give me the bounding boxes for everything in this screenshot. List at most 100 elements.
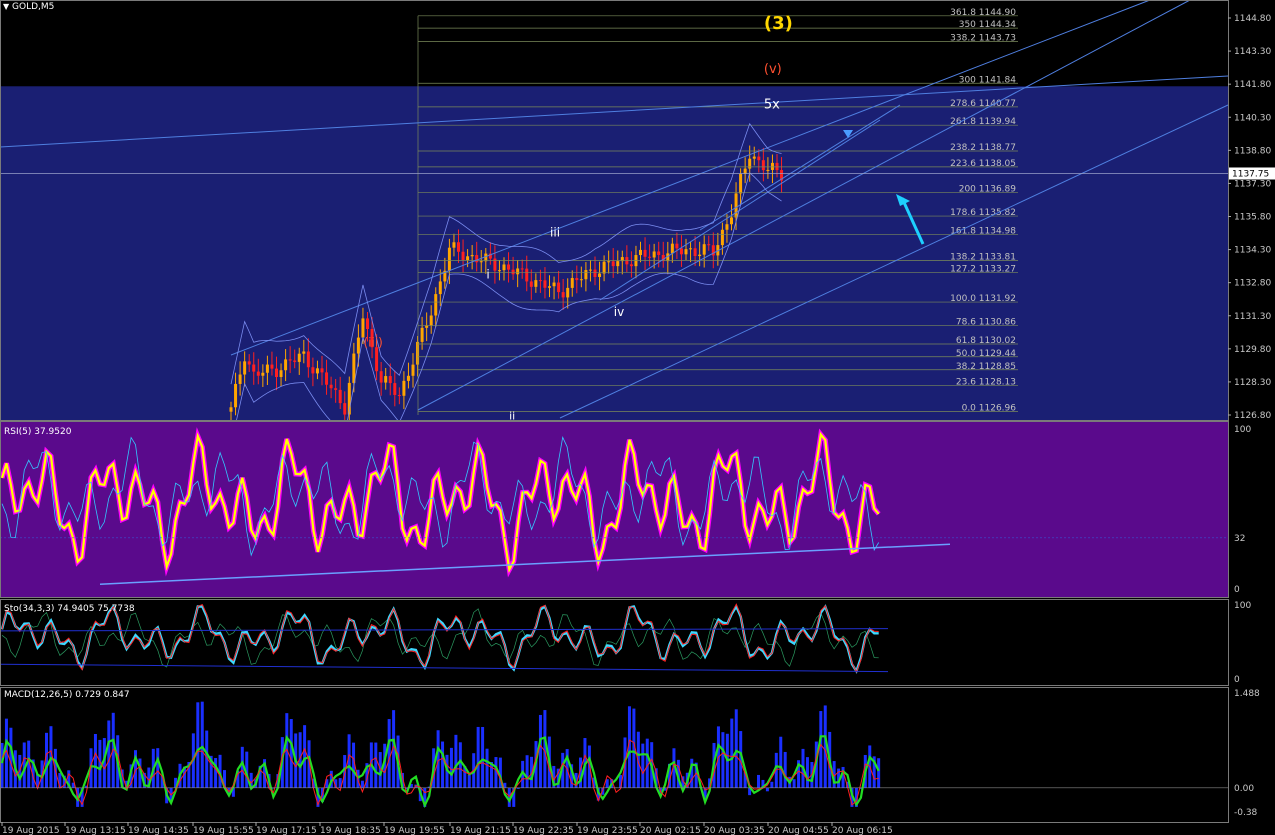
candle-body [343, 403, 347, 415]
wave-label: iii [550, 225, 560, 239]
candle-body [734, 193, 738, 218]
macd-histogram-bar [645, 738, 649, 788]
macd-histogram-bar [730, 718, 734, 788]
candle-body [261, 372, 265, 376]
fib-label: 338.2 1143.73 [950, 34, 1016, 44]
macd-histogram-bar [485, 748, 489, 788]
candle-body [657, 251, 661, 255]
candle-body [598, 273, 602, 277]
macd-histogram-bar [196, 702, 200, 788]
sto-lower-band [0, 663, 889, 673]
fib-label: 0.0 1126.96 [962, 403, 1017, 413]
fib-label: 23.6 1128.13 [956, 378, 1016, 388]
stochastic-panel [0, 603, 889, 674]
price-tick-label: 1135.80 [1234, 213, 1271, 223]
rsi-level-label: 32 [1234, 534, 1245, 544]
candle-body [429, 315, 433, 326]
macd-histogram-bar [289, 719, 293, 788]
candle-body [375, 347, 379, 372]
fib-label: 278.6 1140.77 [950, 99, 1016, 109]
fib-label: 223.6 1138.05 [950, 159, 1016, 169]
time-tick-label: 19 Aug 18:35 [320, 826, 381, 835]
candle-body [279, 370, 283, 377]
triangle-down-icon[interactable]: ▼ [3, 2, 9, 11]
time-tick-label: 19 Aug 15:55 [193, 826, 254, 835]
candle-body [593, 269, 597, 277]
candle-body [693, 248, 697, 257]
candle-body [411, 364, 415, 376]
time-tick-label: 19 Aug 17:15 [256, 826, 317, 835]
wave-label: (iii) [364, 336, 383, 350]
candle-body [256, 371, 260, 376]
candle-body [570, 278, 574, 288]
price-tick-label: 1131.30 [1234, 312, 1271, 322]
macd-histogram-bar [481, 726, 485, 788]
price-tick-label: 1144.80 [1234, 14, 1271, 24]
candle-body [602, 261, 606, 274]
candle-body [725, 224, 729, 230]
candle-body [438, 281, 442, 295]
candle-body [315, 368, 319, 374]
time-tick-label: 19 Aug 21:15 [450, 826, 511, 835]
macd-histogram-bar [783, 751, 787, 788]
price-panel: 361.8 1144.90 350 1144.34 338.2 1143.73 300… [0, 0, 1229, 444]
candle-body [466, 256, 470, 261]
candle-body [457, 242, 460, 252]
candle-body [416, 341, 420, 365]
macd-histogram-bar [757, 774, 760, 788]
sto-title: Sto(34,3,3) 74.9405 75.7738 [4, 604, 135, 614]
candle-body [243, 361, 247, 375]
candle-body [329, 384, 333, 389]
candle-body [720, 229, 724, 246]
fib-label: 61.8 1130.02 [956, 336, 1016, 346]
candle-body [425, 325, 429, 328]
candle-body [757, 156, 761, 161]
candle-body [675, 243, 679, 249]
rsi-title: RSI(5) 37.9520 [4, 427, 72, 437]
trading-chart[interactable]: 361.8 1144.90 350 1144.34 338.2 1143.73 300… [0, 0, 1275, 835]
candle-body [265, 364, 269, 373]
fib-label: 238.2 1138.77 [950, 143, 1016, 153]
macd-histogram-bar [641, 743, 645, 788]
price-tick-label: 1126.80 [1234, 411, 1271, 421]
candle-body [743, 168, 747, 174]
candle-body [497, 270, 501, 272]
candle-body [529, 281, 533, 287]
time-tick-label: 19 Aug 13:15 [65, 826, 126, 835]
rsi-background [0, 421, 1228, 597]
candle-body [507, 264, 511, 270]
candle-body [406, 375, 410, 381]
macd-histogram-bar [467, 774, 471, 788]
macd-histogram-bar [819, 711, 823, 788]
price-tick-label: 1128.30 [1234, 378, 1271, 388]
wave-label: iv [614, 305, 624, 319]
fib-label: 178.6 1135.82 [950, 208, 1016, 218]
macd-histogram-bar [877, 758, 881, 788]
candle-body [334, 388, 338, 390]
time-tick-label: 19 Aug 2015 [2, 826, 60, 835]
time-tick-label: 19 Aug 23:55 [577, 826, 638, 835]
macd-histogram-bar [779, 736, 783, 788]
time-tick-label: 19 Aug 19:55 [384, 826, 445, 835]
rsi-level-label: 0 [1234, 585, 1240, 595]
time-tick-label: 20 Aug 03:35 [704, 826, 765, 835]
candle-body [475, 255, 479, 263]
price-tick-label: 1140.30 [1234, 113, 1271, 123]
price-tick-label: 1134.30 [1234, 246, 1271, 256]
fib-label: 161.8 1134.98 [950, 227, 1016, 237]
macd-histogram-bar [721, 732, 725, 788]
macd-histogram-bar [360, 780, 364, 788]
fib-label: 138.2 1133.81 [950, 252, 1016, 262]
candle-body [520, 268, 524, 270]
fib-label: 100.0 1131.92 [950, 294, 1016, 304]
fib-label: 300 1141.84 [959, 75, 1017, 85]
price-tick-label: 1129.80 [1234, 345, 1271, 355]
candle-body [479, 261, 483, 263]
candle-body [402, 380, 406, 396]
candle-body [766, 169, 770, 171]
price-tick-label: 1132.80 [1234, 279, 1271, 289]
candle-body [293, 360, 297, 362]
current-price-label: 1137.75 [1232, 169, 1269, 179]
time-tick-label: 19 Aug 22:35 [513, 826, 574, 835]
candle-body [470, 255, 474, 257]
